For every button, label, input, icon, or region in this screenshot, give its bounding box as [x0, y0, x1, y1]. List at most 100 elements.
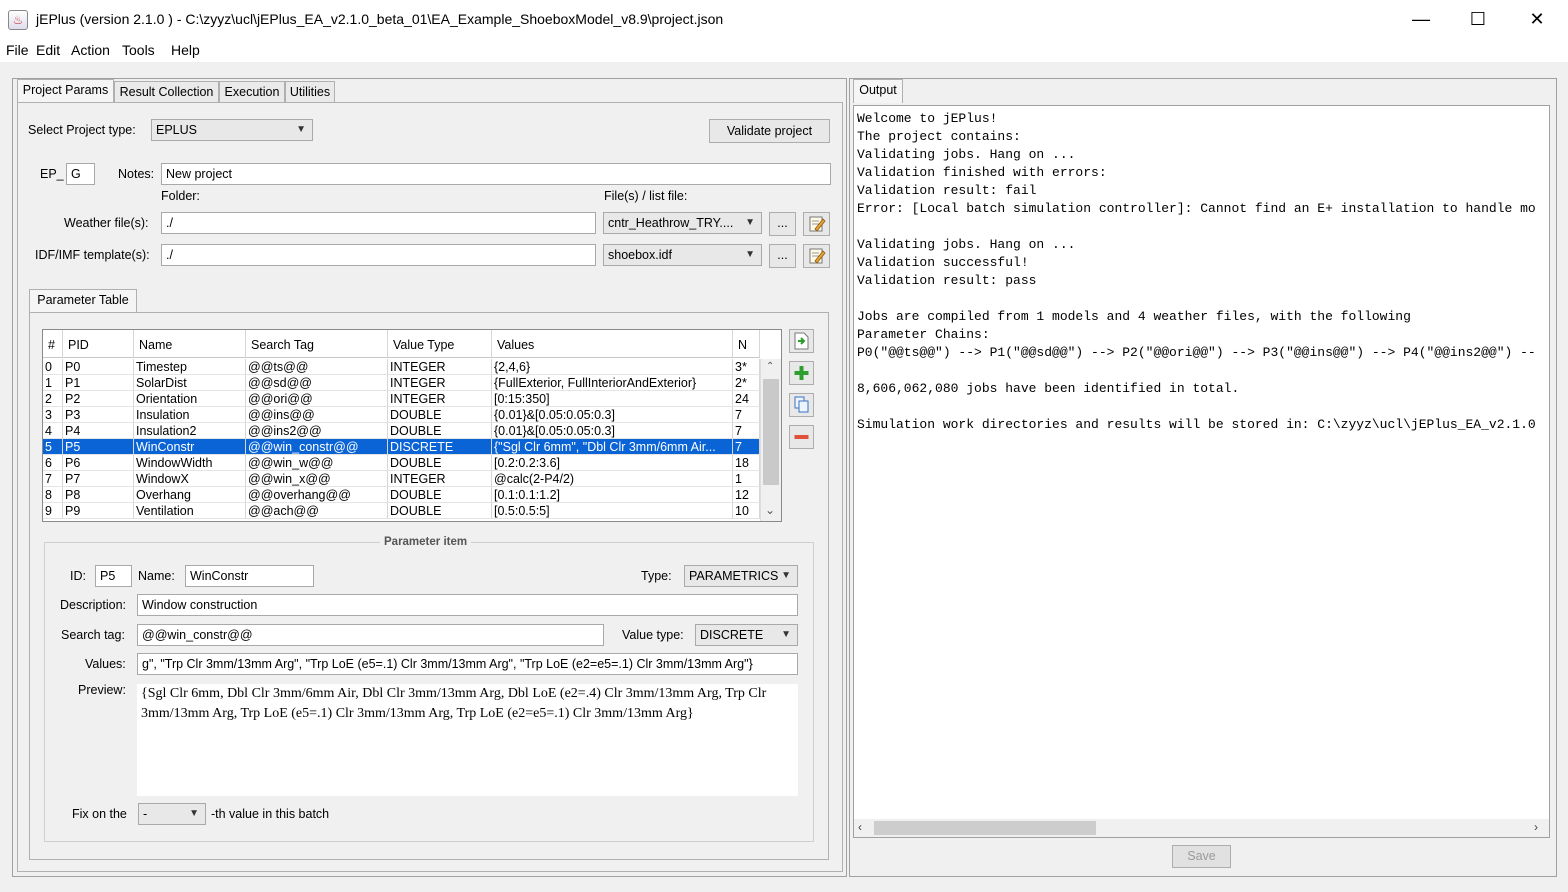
cell-index[interactable]: 6: [43, 455, 63, 471]
cell-name[interactable]: Insulation2: [134, 423, 246, 439]
cell-pid[interactable]: P2: [63, 391, 134, 407]
notes-input[interactable]: New project: [161, 163, 831, 185]
column-header-search-tag[interactable]: Search Tag: [246, 330, 388, 358]
cell-search-tag[interactable]: @@win_constr@@: [246, 439, 388, 455]
cell-name[interactable]: WinConstr: [134, 439, 246, 455]
table-row[interactable]: 8 P8 Overhang @@overhang@@ DOUBLE [0.1:0.1:1.…: [43, 487, 760, 503]
close-button[interactable]: ✕: [1508, 0, 1566, 38]
cell-n[interactable]: 7: [733, 423, 760, 439]
idf-folder-input[interactable]: ./: [161, 244, 596, 266]
cell-index[interactable]: 8: [43, 487, 63, 503]
cell-n[interactable]: 2*: [733, 375, 760, 391]
cell-values[interactable]: [0.2:0.2:3.6]: [492, 455, 733, 471]
cell-value-type[interactable]: DOUBLE: [388, 455, 492, 471]
maximize-button[interactable]: ☐: [1449, 0, 1507, 38]
save-button[interactable]: Save: [1172, 845, 1231, 868]
table-row[interactable]: 2 P2 Orientation @@ori@@ INTEGER [0:15:350] 24: [43, 391, 760, 407]
cell-pid[interactable]: P3: [63, 407, 134, 423]
idf-edit-button[interactable]: [803, 244, 830, 268]
cell-value-type[interactable]: INTEGER: [388, 359, 492, 375]
menu-file[interactable]: File: [6, 42, 29, 58]
weather-folder-input[interactable]: ./: [161, 212, 596, 234]
cell-index[interactable]: 7: [43, 471, 63, 487]
cell-name[interactable]: WindowX: [134, 471, 246, 487]
tab-result-collection[interactable]: Result Collection: [114, 81, 219, 103]
cell-pid[interactable]: P1: [63, 375, 134, 391]
table-scrollbar[interactable]: ⌃ ⌄: [760, 359, 781, 521]
output-hscrollbar[interactable]: ‹ ›: [854, 819, 1549, 837]
description-input[interactable]: Window construction: [137, 594, 798, 616]
table-row[interactable]: 9 P9 Ventilation @@ach@@ DOUBLE [0.5:0.5:5] 10: [43, 503, 760, 519]
cell-name[interactable]: Timestep: [134, 359, 246, 375]
cell-value-type[interactable]: INTEGER: [388, 375, 492, 391]
cell-pid[interactable]: P0: [63, 359, 134, 375]
menu-help[interactable]: Help: [171, 42, 200, 58]
id-input[interactable]: P5: [95, 565, 132, 587]
column-header-values[interactable]: Values: [492, 330, 733, 358]
column-header-value-type[interactable]: Value Type: [388, 330, 492, 358]
scroll-down-icon[interactable]: ⌄: [765, 503, 775, 517]
cell-n[interactable]: 10: [733, 503, 760, 519]
cell-n[interactable]: 7: [733, 439, 760, 455]
cell-values[interactable]: {FullExterior, FullInteriorAndExterior}: [492, 375, 733, 391]
cell-search-tag[interactable]: @@ins@@: [246, 407, 388, 423]
cell-name[interactable]: Orientation: [134, 391, 246, 407]
idf-browse-button[interactable]: ...: [769, 244, 796, 268]
cell-name[interactable]: Insulation: [134, 407, 246, 423]
cell-values[interactable]: [0.5:0.5:5]: [492, 503, 733, 519]
fix-value-select[interactable]: - ▼: [138, 803, 206, 825]
cell-index[interactable]: 3: [43, 407, 63, 423]
output-log[interactable]: Welcome to jEPlus! The project contains: V…: [853, 105, 1550, 838]
cell-pid[interactable]: P8: [63, 487, 134, 503]
cell-pid[interactable]: P6: [63, 455, 134, 471]
menu-action[interactable]: Action: [71, 42, 110, 58]
tab-execution[interactable]: Execution: [219, 81, 285, 103]
cell-value-type[interactable]: INTEGER: [388, 391, 492, 407]
tab-output[interactable]: Output: [853, 79, 903, 103]
weather-edit-button[interactable]: [803, 212, 830, 236]
values-input[interactable]: g", "Trp Clr 3mm/13mm Arg", "Trp LoE (e5…: [137, 653, 798, 675]
cell-search-tag[interactable]: @@sd@@: [246, 375, 388, 391]
table-row[interactable]: 1 P1 SolarDist @@sd@@ INTEGER {FullExterior, …: [43, 375, 760, 391]
add-parameter-button[interactable]: [789, 361, 814, 385]
minimize-button[interactable]: —: [1392, 0, 1450, 38]
cell-pid[interactable]: P5: [63, 439, 134, 455]
weather-browse-button[interactable]: ...: [769, 212, 796, 236]
weather-file-select[interactable]: cntr_Heathrow_TRY.... ▼: [603, 212, 762, 234]
cell-name[interactable]: Ventilation: [134, 503, 246, 519]
cell-values[interactable]: {2,4,6}: [492, 359, 733, 375]
cell-name[interactable]: Overhang: [134, 487, 246, 503]
cell-value-type[interactable]: INTEGER: [388, 471, 492, 487]
cell-name[interactable]: SolarDist: [134, 375, 246, 391]
search-tag-input[interactable]: @@win_constr@@: [137, 624, 604, 646]
cell-n[interactable]: 18: [733, 455, 760, 471]
column-header-n[interactable]: N: [733, 330, 760, 358]
table-row[interactable]: 6 P6 WindowWidth @@win_w@@ DOUBLE [0.2:0.2:3.…: [43, 455, 760, 471]
scroll-up-icon[interactable]: ⌃: [766, 361, 774, 372]
name-input[interactable]: WinConstr: [185, 565, 314, 587]
cell-value-type[interactable]: DISCRETE: [388, 439, 492, 455]
scroll-left-icon[interactable]: ‹: [858, 820, 862, 834]
cell-values[interactable]: {0.01}&[0.05:0.05:0.3]: [492, 423, 733, 439]
project-type-select[interactable]: EPLUS ▼: [151, 119, 313, 141]
validate-project-button[interactable]: Validate project: [709, 119, 830, 143]
cell-search-tag[interactable]: @@ach@@: [246, 503, 388, 519]
ep-prefix-input[interactable]: G: [66, 163, 95, 185]
cell-index[interactable]: 2: [43, 391, 63, 407]
import-parameter-button[interactable]: [789, 329, 814, 353]
cell-values[interactable]: [0.1:0.1:1.2]: [492, 487, 733, 503]
cell-values[interactable]: @calc(2-P4/2): [492, 471, 733, 487]
scrollbar-thumb[interactable]: [763, 379, 779, 485]
cell-pid[interactable]: P7: [63, 471, 134, 487]
cell-index[interactable]: 4: [43, 423, 63, 439]
cell-n[interactable]: 24: [733, 391, 760, 407]
table-row[interactable]: 7 P7 WindowX @@win_x@@ INTEGER @calc(2-P4/2) 1: [43, 471, 760, 487]
cell-values[interactable]: {"Sgl Clr 6mm", "Dbl Clr 3mm/6mm Air...: [492, 439, 733, 455]
cell-values[interactable]: [0:15:350]: [492, 391, 733, 407]
column-header-index[interactable]: #: [43, 330, 63, 358]
cell-n[interactable]: 12: [733, 487, 760, 503]
tab-project-params[interactable]: Project Params: [17, 79, 114, 103]
cell-pid[interactable]: P9: [63, 503, 134, 519]
menu-tools[interactable]: Tools: [122, 42, 155, 58]
table-row[interactable]: 5 P5 WinConstr @@win_constr@@ DISCRETE {"Sgl …: [43, 439, 760, 455]
